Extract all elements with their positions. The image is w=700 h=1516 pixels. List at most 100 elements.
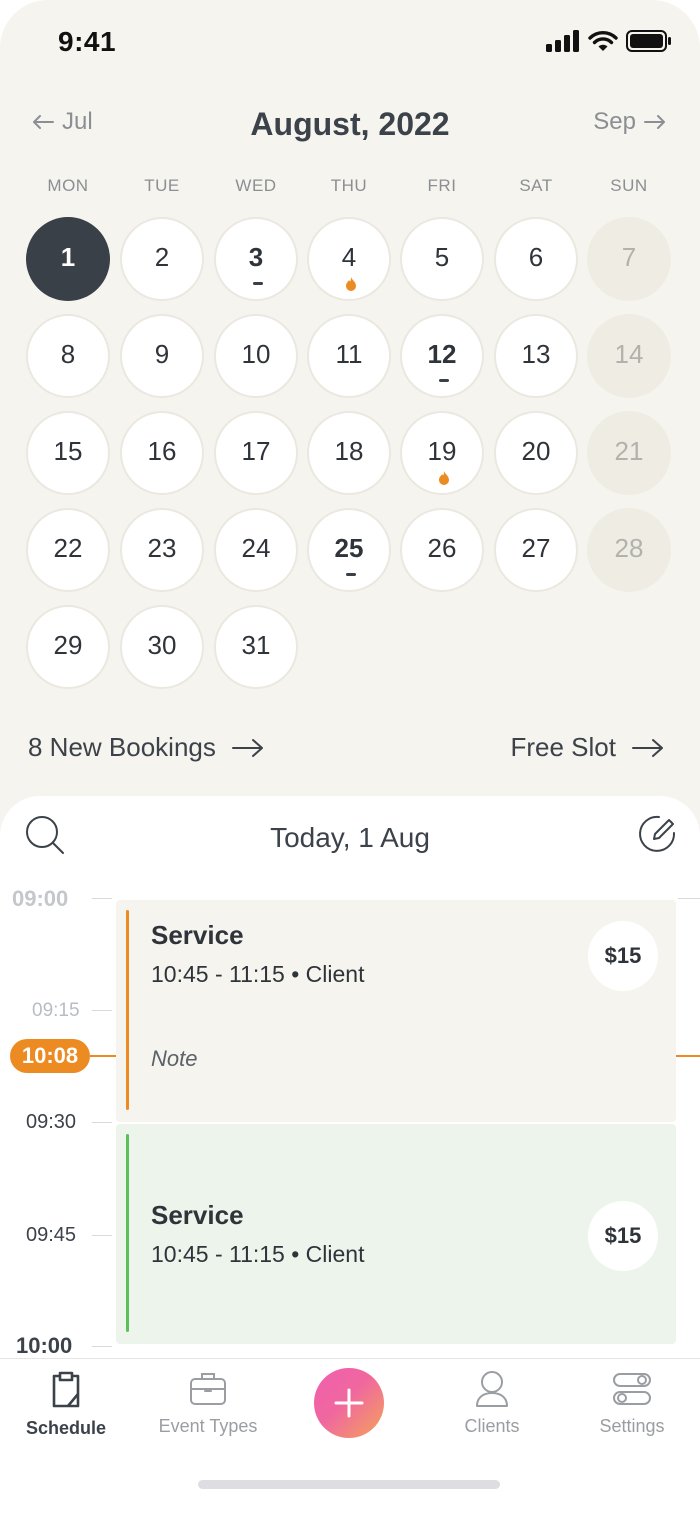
calendar-day-number: 15 (53, 435, 83, 466)
new-bookings-link[interactable]: 8 New Bookings (28, 732, 264, 763)
tab-clients[interactable]: Clients (422, 1370, 562, 1437)
calendar-day[interactable]: 21 (587, 411, 671, 495)
new-bookings-label: 8 New Bookings (28, 732, 216, 762)
booking-indicator (346, 573, 356, 576)
calendar-day-number: 8 (60, 338, 76, 369)
calendar-day[interactable]: 16 (120, 411, 204, 495)
time-label: 09:15 (32, 1000, 80, 1021)
calendar-day[interactable]: 4 (307, 217, 391, 301)
calendar-day[interactable]: 2 (120, 217, 204, 301)
calendar-day[interactable]: 1 (26, 217, 110, 301)
calendar-day[interactable]: 25 (307, 508, 391, 592)
calendar-day-number: 30 (147, 629, 177, 660)
calendar-day-number: 22 (53, 532, 83, 563)
calendar-day-number: 6 (528, 241, 544, 272)
calendar-day[interactable]: 8 (26, 314, 110, 398)
calendar-day[interactable]: 19 (400, 411, 484, 495)
tab-settings-label: Settings (599, 1416, 665, 1436)
calendar-day[interactable]: 7 (587, 217, 671, 301)
calendar-day[interactable]: 12 (400, 314, 484, 398)
free-slot-label: Free Slot (510, 732, 617, 762)
calendar-day[interactable]: 27 (494, 508, 578, 592)
time-label: 09:00 (12, 886, 69, 911)
add-button[interactable] (314, 1368, 384, 1438)
tab-schedule[interactable]: Schedule (0, 1370, 136, 1439)
calendar-day-number: 28 (614, 532, 644, 563)
next-month-button[interactable]: Sep (593, 108, 666, 136)
time-tick (92, 1235, 112, 1236)
calendar-day-number: 17 (241, 435, 271, 466)
event-meta: 10:45 - 11:15 • Client (151, 961, 365, 987)
calendar-day[interactable]: 26 (400, 508, 484, 592)
calendar-day[interactable]: 31 (214, 605, 298, 689)
calendar-day-number: 21 (614, 435, 644, 466)
calendar-day[interactable]: 10 (214, 314, 298, 398)
calendar-day-number: 25 (334, 532, 364, 563)
event-note: Note (151, 1046, 198, 1071)
weekday-label: SAT (519, 176, 553, 195)
arrow-right-icon (644, 115, 665, 129)
calendar-day-number: 24 (241, 532, 271, 563)
calendar-day[interactable]: 15 (26, 411, 110, 495)
booking-indicator (439, 379, 449, 382)
calendar-day-number: 14 (614, 338, 644, 369)
arrow-right-icon (632, 738, 663, 757)
calendar-day-number: 5 (434, 241, 450, 272)
battery-icon (626, 30, 671, 52)
tab-clients-label: Clients (464, 1416, 520, 1436)
event-title: Service (151, 1200, 244, 1230)
calendar-day-number: 31 (241, 629, 271, 660)
calendar-day-number: 20 (521, 435, 551, 466)
weekday-label: MON (47, 176, 89, 195)
event-accent-bar (126, 1134, 129, 1332)
event-meta: 10:45 - 11:15 • Client (151, 1241, 365, 1267)
calendar-day[interactable]: 30 (120, 605, 204, 689)
calendar-day[interactable]: 5 (400, 217, 484, 301)
event-card[interactable]: Service 10:45 - 11:15 • Client $15 (116, 1124, 676, 1344)
calendar-day[interactable]: 24 (214, 508, 298, 592)
tab-event-types[interactable]: Event Types (138, 1370, 278, 1437)
home-indicator[interactable] (198, 1480, 500, 1489)
edit-button[interactable] (638, 814, 678, 859)
edit-icon (639, 815, 676, 852)
calendar-day[interactable]: 9 (120, 314, 204, 398)
calendar-day[interactable]: 11 (307, 314, 391, 398)
user-icon (476, 1371, 508, 1407)
calendar-day-number: 27 (521, 532, 551, 563)
weekday-label: THU (330, 176, 368, 195)
calendar-day[interactable]: 18 (307, 411, 391, 495)
time-tick (92, 1346, 112, 1347)
calendar-day[interactable]: 20 (494, 411, 578, 495)
briefcase-icon (190, 1373, 226, 1405)
tab-settings[interactable]: Settings (562, 1370, 700, 1437)
calendar-day[interactable]: 29 (26, 605, 110, 689)
schedule-icon (52, 1371, 80, 1408)
calendar-day-number: 13 (521, 338, 551, 369)
day-view-title: Today, 1 Aug (270, 822, 430, 853)
tab-schedule-label: Schedule (25, 1418, 107, 1438)
time-tick (678, 898, 700, 899)
weekday-label: SUN (610, 176, 648, 195)
tab-event-types-label: Event Types (158, 1416, 258, 1436)
next-month-label: Sep (593, 108, 636, 135)
calendar-day[interactable]: 23 (120, 508, 204, 592)
weekday-label: FRI (427, 176, 457, 195)
calendar-day[interactable]: 14 (587, 314, 671, 398)
status-icons (546, 30, 672, 52)
arrow-right-icon (231, 738, 263, 757)
status-time: 9:41 (58, 26, 117, 57)
calendar-day-number: 3 (248, 241, 264, 272)
calendar-day[interactable]: 3 (214, 217, 298, 301)
calendar-day[interactable]: 17 (214, 411, 298, 495)
calendar-day-number: 18 (334, 435, 364, 466)
calendar-day[interactable]: 28 (587, 508, 671, 592)
calendar-day[interactable]: 6 (494, 217, 578, 301)
calendar-day[interactable]: 13 (494, 314, 578, 398)
event-card[interactable]: Service 10:45 - 11:15 • Client Note $15 (116, 900, 676, 1122)
calendar-day-number: 16 (147, 435, 177, 466)
calendar-day[interactable]: 22 (26, 508, 110, 592)
flame-icon (346, 277, 356, 291)
calendar-day-number: 29 (53, 629, 83, 660)
free-slot-link[interactable]: Free Slot (511, 732, 665, 763)
time-label: 10:00 (16, 1333, 73, 1358)
